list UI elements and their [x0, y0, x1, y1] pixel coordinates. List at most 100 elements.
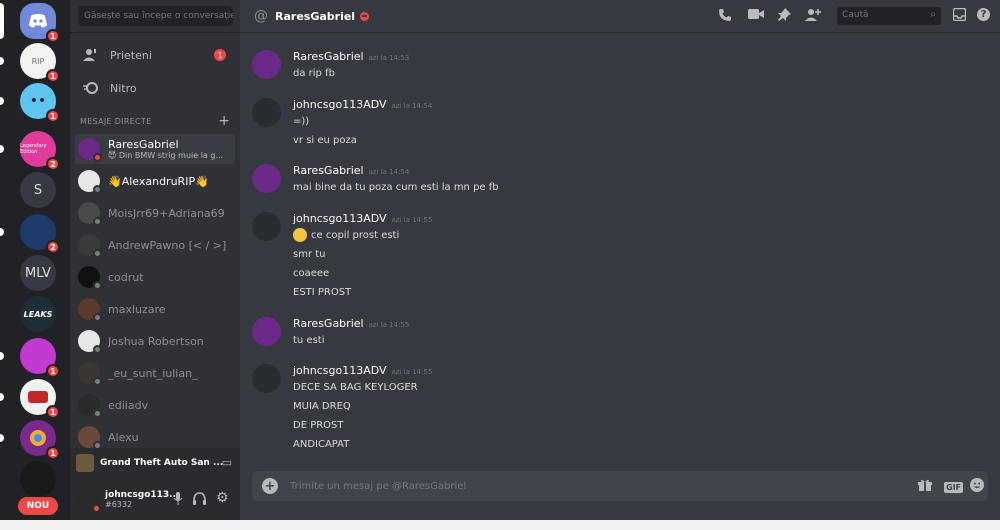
- message-text: coaeee: [293, 268, 330, 279]
- dm-item[interactable]: MoisJrr69+Adriana69: [75, 198, 235, 228]
- home-button[interactable]: 1: [20, 3, 60, 43]
- friends-badge: 1: [214, 49, 226, 61]
- inbox-icon[interactable]: [952, 7, 967, 25]
- nitro-label: Nitro: [110, 81, 137, 95]
- rip-glyph: RIP: [31, 56, 45, 66]
- dark-server-icon[interactable]: [20, 461, 56, 497]
- leaks-server-icon[interactable]: LEAKS: [20, 296, 56, 332]
- emoji-picker-icon[interactable]: [970, 478, 984, 495]
- message-author[interactable]: RaresGabriel: [293, 164, 364, 177]
- avatar: [78, 394, 102, 418]
- voice-call-icon[interactable]: [718, 8, 732, 26]
- screen-share-icon[interactable]: ▭: [222, 456, 232, 469]
- s-server-icon[interactable]: S: [20, 172, 56, 208]
- gift-icon[interactable]: [918, 478, 932, 494]
- dm-name: 👋AlexandruRIP👋: [108, 174, 209, 188]
- server-badge: 1: [46, 364, 60, 378]
- dm-item[interactable]: AndrewPawno [< / >]: [75, 230, 235, 260]
- avatar: [78, 426, 102, 450]
- avatar: [78, 234, 102, 258]
- unread-pill: [0, 57, 4, 65]
- blue-face-server-icon[interactable]: •• 1: [20, 83, 60, 123]
- new-unreads-badge[interactable]: NOU: [18, 497, 58, 515]
- add-dm-icon[interactable]: +: [218, 113, 230, 129]
- message-author[interactable]: RaresGabriel: [293, 317, 364, 330]
- unread-pill: [0, 434, 4, 442]
- friends-nav[interactable]: Prieteni 1: [82, 43, 232, 67]
- dm-name: codrut: [108, 270, 144, 284]
- mlv-server-icon[interactable]: MLV: [20, 255, 56, 291]
- offline-status-icon: [93, 345, 102, 354]
- synthwave-server-icon[interactable]: 1: [20, 338, 60, 378]
- friends-label: Prieteni: [110, 48, 152, 62]
- avatar[interactable]: [252, 164, 281, 193]
- dm-sidebar: Găsește sau începe o conversație Prieten…: [70, 0, 240, 520]
- pink-server-icon[interactable]: Legendary Edition 2: [20, 131, 60, 171]
- dm-item[interactable]: codrut: [75, 262, 235, 292]
- avatar[interactable]: [252, 317, 281, 346]
- message-timestamp: azi la 14:55: [391, 368, 433, 376]
- message-text: vr si eu poza: [293, 135, 357, 146]
- message-author[interactable]: johncsgo113ADV: [293, 98, 387, 111]
- avatar[interactable]: [252, 364, 281, 393]
- avatar[interactable]: [252, 212, 281, 241]
- message-composer[interactable]: + Trimite un mesaj pe @RaresGabriel GIF: [252, 471, 988, 501]
- headphones-icon[interactable]: [193, 492, 206, 508]
- message-author[interactable]: RaresGabriel: [293, 50, 364, 63]
- server-label: MLV: [25, 265, 51, 281]
- message-text: mai bine da tu poza cum esti la mn pe fb: [293, 182, 499, 193]
- avatar: [78, 202, 102, 226]
- message-author[interactable]: johncsgo113ADV: [293, 212, 387, 225]
- message-author[interactable]: johncsgo113ADV: [293, 364, 387, 377]
- dm-item[interactable]: RaresGabriel 😈 Din BMW strig muie la g...: [75, 134, 235, 164]
- dm-status-text: 😈 Din BMW strig muie la g...: [108, 151, 224, 160]
- search-input[interactable]: Caută ⌕: [837, 7, 941, 25]
- server-label: S: [33, 182, 43, 198]
- dm-name: _eu_sunt_iulian_: [108, 366, 198, 380]
- dm-item[interactable]: maxluzare: [75, 294, 235, 324]
- message-timestamp: azi la 14:54: [391, 102, 433, 110]
- message-text: MUIA DREQ: [293, 401, 351, 412]
- avatar[interactable]: [252, 50, 281, 79]
- rip-server-icon[interactable]: RIP 1: [20, 43, 60, 83]
- help-icon[interactable]: ?: [977, 8, 990, 21]
- avatar: [78, 330, 102, 354]
- chrome-server-icon[interactable]: 1: [20, 420, 60, 460]
- dm-item[interactable]: ediiadv: [75, 390, 235, 420]
- dm-item[interactable]: Joshua Robertson: [75, 326, 235, 356]
- message-input[interactable]: Trimite un mesaj pe @RaresGabriel: [290, 481, 466, 492]
- game-icon: [76, 454, 94, 472]
- dm-item[interactable]: _eu_sunt_iulian_: [75, 358, 235, 388]
- chat-area: @ RaresGabriel Caută ⌕ ? RaresGabriel azi…: [240, 0, 1000, 520]
- game-server-icon[interactable]: 2: [20, 214, 60, 254]
- unread-pill: [0, 352, 4, 360]
- channel-name: RaresGabriel: [275, 9, 356, 23]
- avatar[interactable]: [252, 98, 281, 127]
- server-label: LEAKS: [23, 309, 53, 319]
- unread-pill: [0, 228, 4, 236]
- message-text: ANDICAPAT: [293, 439, 350, 450]
- microphone-icon[interactable]: [173, 492, 183, 508]
- face-glyph: ••: [29, 93, 47, 109]
- slightly-smiling-emoji-icon: [293, 228, 307, 242]
- dm-item[interactable]: 👋AlexandruRIP👋: [75, 166, 235, 196]
- message-timestamp: azi la 14:54: [368, 168, 410, 176]
- server-badge: 2: [46, 157, 60, 171]
- user-name: johncsgo113...: [105, 489, 180, 500]
- message-text: DE PROST: [293, 420, 344, 431]
- message-text: ESTI PROST: [293, 287, 352, 298]
- add-friend-icon[interactable]: [805, 8, 821, 26]
- nitro-nav[interactable]: Nitro: [82, 76, 232, 100]
- gif-icon[interactable]: GIF: [944, 479, 964, 493]
- settings-gear-icon[interactable]: ⚙: [216, 490, 229, 506]
- now-playing-bar[interactable]: Grand Theft Auto San ... ▭: [70, 448, 240, 478]
- red-emblem: [28, 391, 48, 403]
- pin-icon[interactable]: [778, 8, 791, 25]
- attach-plus-icon[interactable]: +: [262, 478, 278, 494]
- user-avatar[interactable]: [75, 487, 101, 513]
- video-call-icon[interactable]: [748, 8, 764, 24]
- red-server-icon[interactable]: 1: [20, 379, 60, 419]
- nitro-icon: [82, 79, 100, 97]
- find-conversation-input[interactable]: Găsește sau începe o conversație: [78, 6, 233, 26]
- offline-status-icon: [93, 217, 102, 226]
